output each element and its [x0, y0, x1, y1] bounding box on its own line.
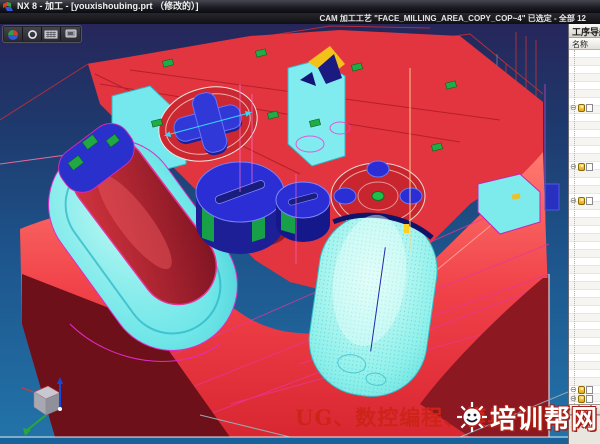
window-title: NX 8 - 加工 - [youxishoubing.prt （修改的）]: [17, 0, 199, 13]
navigator-item[interactable]: ⊖: [570, 385, 593, 394]
navigator-tree[interactable]: ⊖ ⊖ ⊖ ⊖ ⊖: [569, 50, 600, 404]
operation-check-icon: [586, 197, 593, 205]
navigator-title[interactable]: 工序导航器: [569, 24, 600, 38]
navigator-item[interactable]: ⊖: [570, 196, 593, 205]
nx-logo-icon: [3, 2, 13, 11]
operation-icon: [578, 386, 585, 394]
operation-check-icon: [586, 386, 593, 394]
collapse-icon[interactable]: ⊖: [570, 163, 577, 171]
nx-application-window: NX 8 - 加工 - [youxishoubing.prt （修改的）] CA…: [0, 0, 600, 444]
window-display-icon[interactable]: [61, 27, 80, 41]
operation-navigator-panel[interactable]: 工序导航器 名称 ⊖ ⊖ ⊖ ⊖: [568, 24, 600, 444]
navigator-item[interactable]: ⊖: [570, 103, 593, 112]
brand-watermark: 培训帮网: [456, 394, 600, 440]
sun-face-icon: [456, 401, 488, 433]
center-boss[interactable]: [276, 182, 330, 242]
graphics-viewport[interactable]: UG、数控编程、模具: [0, 24, 568, 444]
collapse-icon[interactable]: ⊖: [570, 386, 577, 394]
operation-check-icon: [586, 104, 593, 112]
collapse-icon[interactable]: ⊖: [570, 197, 577, 205]
floating-toolbar: [2, 25, 82, 43]
operation-icon: [578, 163, 585, 171]
shaded-display-icon[interactable]: [4, 27, 23, 41]
operation-icon: [578, 104, 585, 112]
cad-scene: [0, 24, 568, 444]
brand-name: 培训帮网: [490, 399, 598, 436]
selection-message: CAM 加工工艺 "FACE_MILLING_AREA_COPY_COP~4" …: [319, 13, 586, 24]
selection-status-bar: CAM 加工工艺 "FACE_MILLING_AREA_COPY_COP~4" …: [0, 13, 600, 24]
title-bar[interactable]: NX 8 - 加工 - [youxishoubing.prt （修改的）]: [0, 0, 600, 13]
navigator-item[interactable]: ⊖: [570, 162, 593, 171]
name-column-header[interactable]: 名称: [569, 38, 600, 50]
operation-icon: [578, 197, 585, 205]
snap-point-icon[interactable]: [23, 27, 42, 41]
collapse-icon[interactable]: ⊖: [570, 104, 577, 112]
keyboard-icon[interactable]: [42, 27, 61, 41]
operation-check-icon: [586, 163, 593, 171]
